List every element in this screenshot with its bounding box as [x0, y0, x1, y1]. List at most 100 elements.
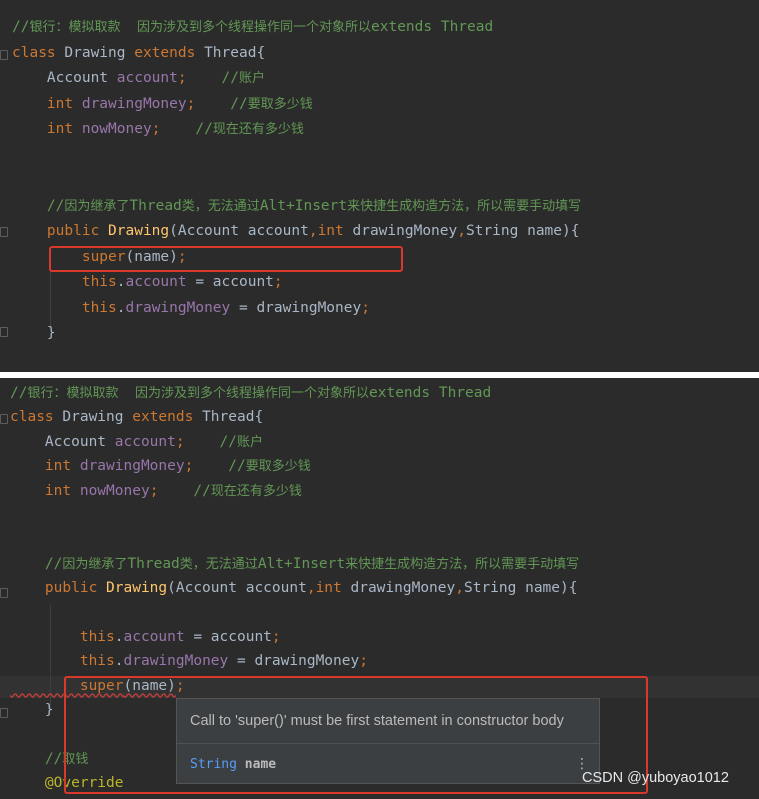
code-token: drawingMoney	[125, 299, 231, 316]
code-token: Drawing	[64, 44, 135, 61]
code-line[interactable]: class Drawing extends Thread{	[12, 42, 265, 64]
code-token: class	[10, 409, 63, 426]
code-token: }	[12, 325, 56, 341]
code-token: extends	[134, 44, 205, 61]
code-line[interactable]: //因为继承了Thread类，无法通过Alt+Insert来快捷生成构造方法，所…	[10, 553, 579, 575]
code-line[interactable]: public Drawing(Account account,int drawi…	[12, 220, 580, 242]
code-token: ,	[457, 223, 466, 239]
code-token: ;	[361, 299, 370, 316]
code-token: Thread{	[204, 44, 266, 61]
code-token: //	[219, 433, 237, 450]
code-line[interactable]: }	[12, 322, 56, 344]
code-token: //	[10, 555, 63, 572]
code-token: 因为继承了	[62, 556, 128, 572]
code-token: Drawing	[108, 223, 170, 239]
error-message: Call to 'super()' must be first statemen…	[190, 713, 564, 729]
error-tooltip[interactable]: Call to 'super()' must be first statemen…	[176, 698, 600, 784]
code-line[interactable]: int nowMoney; //现在还有多少钱	[10, 480, 302, 502]
code-token: this	[12, 274, 117, 290]
code-token: //	[230, 95, 248, 112]
code-line[interactable]: int nowMoney; //现在还有多少钱	[12, 118, 304, 140]
code-token: //	[10, 751, 63, 767]
code-line[interactable]: Account account; //账户	[10, 431, 263, 453]
code-token: int	[315, 580, 351, 597]
code-token: int	[10, 482, 80, 499]
highlight-super-call	[49, 246, 403, 272]
fold-marker-icon[interactable]	[0, 588, 8, 598]
code-token: ,	[306, 580, 316, 597]
code-editor-before[interactable]: //银行：模拟取款 因为涉及到多个线程操作同一个对象所以extends Thre…	[0, 0, 759, 372]
code-line[interactable]: }	[10, 699, 54, 721]
code-line[interactable]: int drawingMoney; //要取多少钱	[10, 455, 311, 477]
more-vertical-icon[interactable]: ⋮	[575, 757, 589, 771]
code-line[interactable]: class Drawing extends Thread{	[10, 406, 263, 428]
code-token: int	[12, 121, 82, 137]
code-token: this	[12, 299, 117, 316]
tooltip-divider	[177, 743, 599, 744]
fold-marker-icon[interactable]	[0, 227, 8, 237]
code-token: 银行：模拟取款 因为涉及到多个线程操作同一个对象所以	[29, 20, 371, 35]
code-token: //	[221, 70, 239, 86]
code-token: Thread{	[202, 409, 264, 426]
code-token: Drawing	[106, 580, 168, 597]
code-token: drawingMoney	[79, 458, 185, 475]
code-token: 类，无法通过	[181, 198, 260, 214]
code-token: this	[10, 653, 115, 670]
code-token: Thread	[129, 197, 182, 214]
code-token: 银行：模拟取款 因为涉及到多个线程操作同一个对象所以	[27, 386, 369, 401]
fold-marker-icon[interactable]	[0, 327, 8, 337]
code-line[interactable]: Account account; //账户	[12, 67, 265, 89]
code-token: = drawingMoney	[230, 299, 362, 316]
code-token: int	[317, 223, 353, 239]
code-token: drawingMoney	[350, 580, 456, 597]
code-token: //	[12, 19, 30, 35]
code-token: int	[12, 95, 82, 112]
code-token: ;	[359, 653, 368, 670]
code-token: 账户	[237, 434, 264, 450]
code-line[interactable]: this.drawingMoney = drawingMoney;	[10, 650, 368, 672]
fold-marker-icon[interactable]	[0, 708, 8, 718]
code-token: extends Thread	[369, 385, 492, 401]
code-token: extends	[132, 409, 203, 426]
code-token: //	[195, 121, 213, 137]
watermark: CSDN @yuboyao1012	[582, 770, 729, 786]
code-line[interactable]: int drawingMoney; //要取多少钱	[12, 93, 313, 115]
code-token: }	[10, 702, 54, 719]
parameter-type: String	[190, 757, 237, 772]
code-token: //	[12, 197, 65, 214]
code-token: //	[193, 482, 211, 499]
code-token: = account	[186, 274, 274, 290]
code-token: drawingMoney	[123, 653, 229, 670]
code-token: drawingMoney	[81, 95, 187, 112]
fold-marker-icon[interactable]	[0, 50, 8, 60]
code-line[interactable]: //银行：模拟取款 因为涉及到多个线程操作同一个对象所以extends Thre…	[12, 16, 493, 38]
code-line[interactable]: this.account = account;	[10, 626, 281, 648]
code-token: account	[123, 629, 185, 645]
parameter-info: String name	[190, 757, 276, 772]
code-token: ;	[177, 70, 187, 86]
code-token: class	[12, 44, 65, 61]
code-token: String name){	[465, 223, 580, 239]
code-token: 要取多少钱	[247, 96, 313, 112]
code-line[interactable]: public Drawing(Account account,int drawi…	[10, 577, 578, 599]
code-token: 来快捷生成构造方法，所以需要手动填写	[345, 556, 580, 572]
code-line[interactable]: //银行：模拟取款 因为涉及到多个线程操作同一个对象所以extends Thre…	[10, 382, 491, 404]
code-token: .	[116, 299, 126, 316]
code-token: 因为继承了	[64, 198, 130, 214]
code-line[interactable]: //因为继承了Thread类，无法通过Alt+Insert来快捷生成构造方法，所…	[12, 195, 581, 217]
code-line[interactable]: this.drawingMoney = drawingMoney;	[12, 297, 370, 319]
code-token: Drawing	[62, 409, 133, 426]
code-line[interactable]: this.account = account;	[12, 271, 283, 293]
code-token: extends Thread	[371, 19, 494, 35]
code-token: .	[114, 629, 124, 645]
code-token: .	[116, 274, 126, 290]
code-token: = drawingMoney	[228, 653, 360, 670]
code-token: 来快捷生成构造方法，所以需要手动填写	[347, 198, 582, 214]
fold-marker-icon[interactable]	[0, 414, 8, 424]
code-token: //	[228, 458, 246, 475]
